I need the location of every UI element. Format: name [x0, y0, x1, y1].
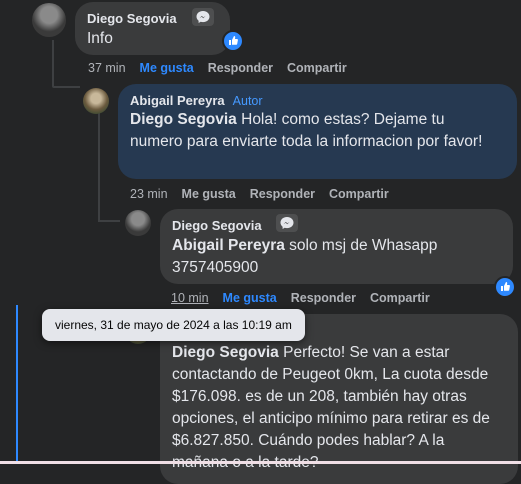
comment-text: Diego Segovia Hola! como estas? Dejame t…: [130, 109, 500, 153]
mention[interactable]: Diego Segovia: [172, 344, 279, 361]
messenger-icon[interactable]: [276, 214, 298, 232]
timestamp[interactable]: 10 min: [171, 291, 209, 305]
comment-author[interactable]: Abigail Pereyra: [130, 93, 225, 108]
like-reaction-icon[interactable]: [494, 276, 516, 298]
timestamp-tooltip: viernes, 31 de mayo de 2024 a las 10:19 …: [42, 309, 305, 341]
comment-actions: 37 min Me gusta Responder Compartir: [88, 61, 361, 75]
messenger-icon[interactable]: [192, 8, 214, 26]
comment-actions: 23 min Me gusta Responder Compartir: [130, 187, 403, 201]
share-button[interactable]: Compartir: [287, 61, 347, 75]
reply-button[interactable]: Responder: [250, 187, 315, 201]
thread-line: [98, 112, 100, 220]
like-button[interactable]: Me gusta: [140, 61, 194, 75]
thread-line: [52, 40, 54, 86]
comment-bubble: Abigail Pereyra Autor Diego Segovia Hola!…: [118, 84, 517, 179]
avatar[interactable]: [32, 3, 66, 37]
comment-actions: 10 min Me gusta Responder Compartir: [171, 291, 444, 305]
avatar[interactable]: [125, 210, 151, 236]
avatar[interactable]: [83, 88, 109, 114]
comment-author[interactable]: Diego Segovia: [87, 11, 177, 26]
comment-bubble: Diego Segovia Abigail Pereyra solo msj d…: [160, 209, 513, 284]
reply-button[interactable]: Responder: [208, 61, 273, 75]
highlight-bar: [16, 305, 18, 464]
timestamp[interactable]: 37 min: [88, 61, 126, 75]
mention[interactable]: Abigail Pereyra: [172, 237, 285, 254]
comment-text: Info: [87, 30, 113, 47]
timestamp[interactable]: 23 min: [130, 187, 168, 201]
comment-body: Perfecto! Se van a estar contactando de …: [172, 344, 490, 471]
share-button[interactable]: Compartir: [370, 291, 430, 305]
comment-text: Abigail Pereyra solo msj de Whasapp 3757…: [172, 235, 492, 279]
comment-author[interactable]: Diego Segovia: [172, 218, 262, 233]
thread-connector: [98, 220, 120, 222]
share-button[interactable]: Compartir: [329, 187, 389, 201]
like-button[interactable]: Me gusta: [223, 291, 277, 305]
thread-connector: [52, 86, 80, 88]
mention[interactable]: Diego Segovia: [130, 111, 237, 128]
reply-button[interactable]: Responder: [291, 291, 356, 305]
like-reaction-icon[interactable]: [222, 30, 244, 52]
author-badge: Autor: [232, 94, 263, 108]
like-button[interactable]: Me gusta: [182, 187, 236, 201]
comment-text: Diego Segovia Perfecto! Se van a estar c…: [172, 342, 492, 474]
